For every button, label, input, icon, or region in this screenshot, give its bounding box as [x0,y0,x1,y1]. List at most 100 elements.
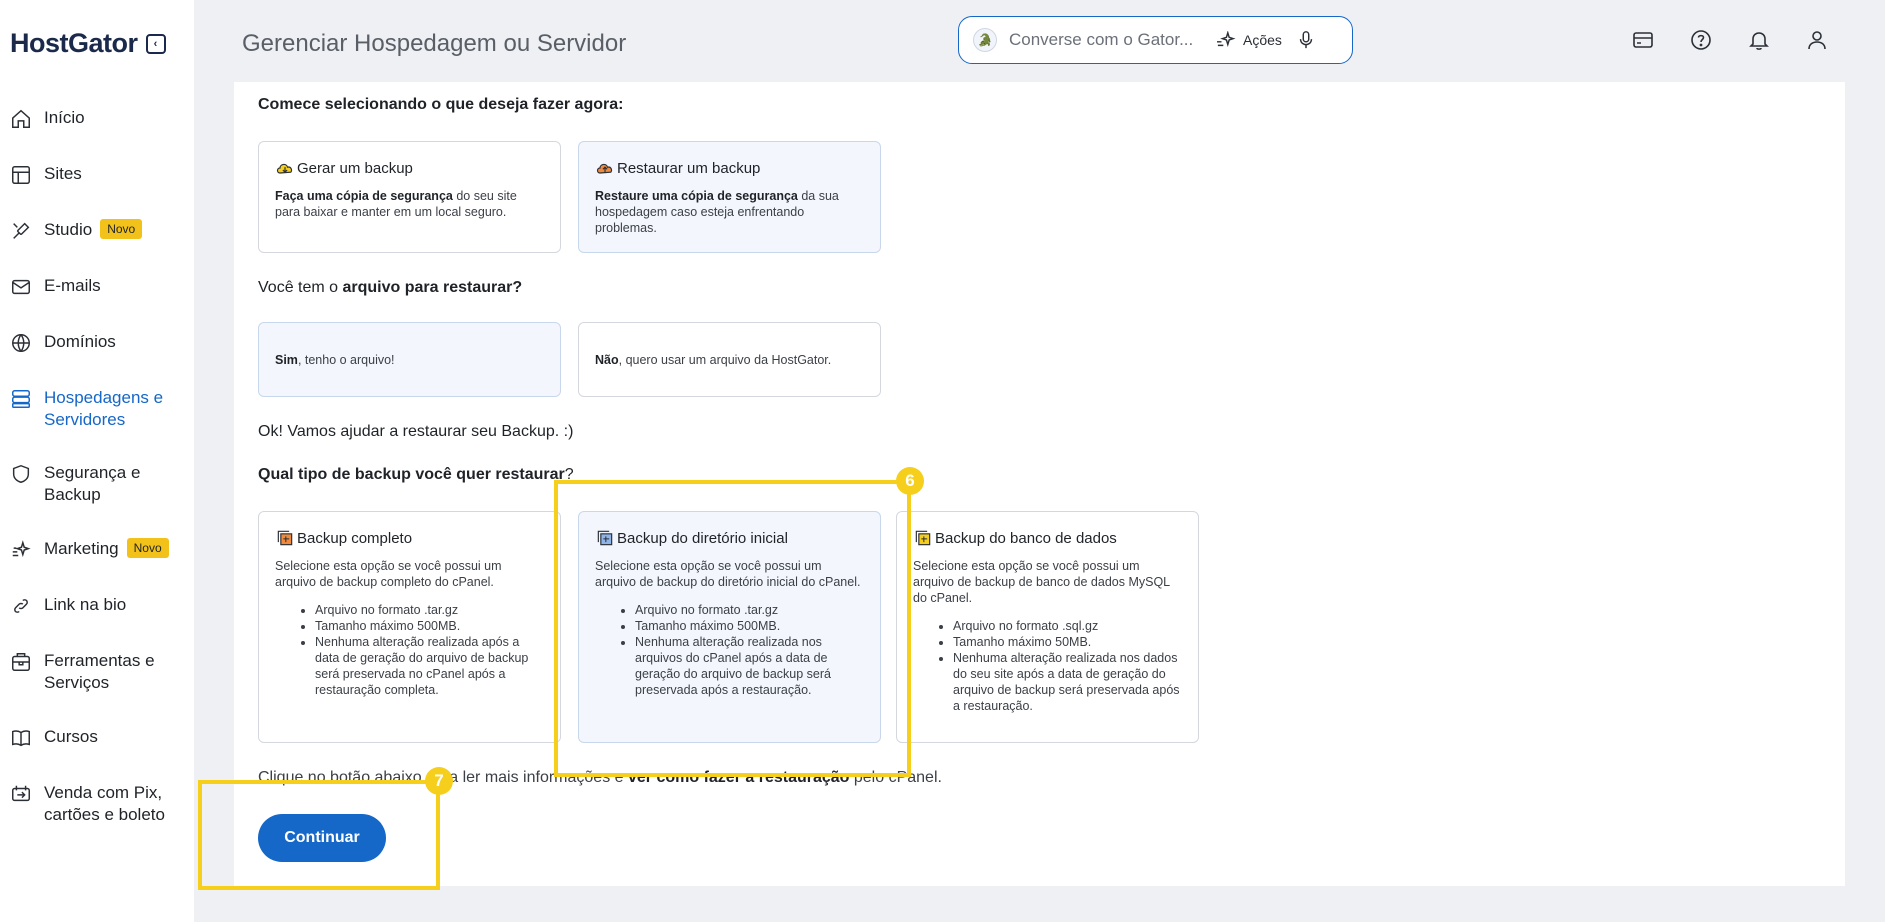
sidebar-item-label: Sites [44,164,82,183]
sidebar-item-marketing[interactable]: Marketing Novo [10,538,190,561]
actions-label: Ações [1243,32,1282,48]
book-icon [10,727,32,749]
step2-heading-pre: Você tem o [258,279,343,296]
sidebar-item-label: Link na bio [44,595,127,614]
new-badge: Novo [126,538,169,558]
sparkle-icon [1217,31,1236,48]
list-item: Nenhuma alteração realizada nos dados do… [953,650,1182,714]
help-icon[interactable] [1689,28,1713,52]
layout-icon [10,164,32,186]
card-title-text: Backup do banco de dados [935,529,1117,547]
gator-chat-box[interactable]: 🐊 Ações [958,16,1353,64]
step1-heading: Comece selecionando o que deseja fazer a… [258,96,623,114]
sidebar-item-label: Hospedagens e Servidores [44,388,164,429]
collapse-sidebar-icon[interactable]: ‹ [145,33,166,54]
sidebar-item-label: E-mails [44,276,101,295]
step2-heading: Você tem o arquivo para restaurar? [258,279,522,297]
new-badge: Novo [100,219,143,239]
sidebar-item-label: Início [44,108,85,127]
sidebar-item-sites[interactable]: Sites [10,163,190,186]
card-title-text: Restaurar um backup [617,159,761,177]
backup-stack-icon [275,528,295,548]
option-rest: , quero usar um arquivo da HostGator. [618,352,832,367]
hostgator-logo[interactable]: HostGator [10,28,138,59]
tools-icon [10,651,32,673]
sidebar-item-venda-pix[interactable]: Venda com Pix, cartões e boleto [10,782,190,826]
sidebar-item-cursos[interactable]: Cursos [10,726,190,749]
highlight-step7 [198,780,440,890]
sidebar-item-hospedagens[interactable]: Hospedagens e Servidores [10,387,190,431]
list-item: Nenhuma alteração realizada após a data … [315,634,544,698]
card-description: Selecione esta opção se você possui um a… [275,559,502,589]
option-text: Não, quero usar um arquivo da HostGator. [595,323,864,396]
sidebar-item-label: Marketing Novo [44,538,169,560]
marketing-label: Marketing [44,539,119,558]
list-item: Tamanho máximo 50MB. [953,634,1182,650]
sidebar-item-label: Ferramentas e Serviços [44,651,155,692]
mail-icon [10,276,32,298]
sparkle-icon [10,539,32,561]
card-requirements-list: Arquivo no formato .sql.gz Tamanho máxim… [913,618,1182,714]
top-header: Gerenciar Hospedagem ou Servidor 🐊 Ações [194,0,1885,82]
option-backup-banco-dados[interactable]: Backup do banco de dados Selecione esta … [896,511,1199,743]
card-description: Restaure uma cópia de segurança da sua h… [595,188,864,236]
option-restaurar-backup[interactable]: Restaurar um backup Restaure uma cópia d… [578,141,881,253]
card-title: Gerar um backup [275,158,544,178]
sidebar-item-link-na-bio[interactable]: Link na bio [10,594,190,617]
card-icon[interactable] [1631,28,1655,52]
sidebar-item-label: Cursos [44,727,98,746]
step2-heading-bold: arquivo para restaurar? [342,279,523,296]
bell-icon[interactable] [1747,28,1771,52]
actions-button[interactable]: Ações [1215,31,1282,49]
card-requirements-list: Arquivo no formato .tar.gz Tamanho máxim… [275,602,544,698]
highlight-step6 [554,480,911,777]
option-bold: Sim [275,352,298,367]
user-icon[interactable] [1805,28,1829,52]
shield-icon [10,463,32,485]
step3-heading-bold: Qual tipo de backup você quer restaurar [258,466,565,483]
list-item: Tamanho máximo 500MB. [315,618,544,634]
step1-heading-text: Comece selecionando o que deseja fazer a… [258,96,624,113]
card-description: Faça uma cópia de segurança do seu site … [275,188,544,220]
card-title: Restaurar um backup [595,158,864,178]
ok-message: Ok! Vamos ajudar a restaurar seu Backup.… [258,423,574,440]
sidebar-item-studio[interactable]: Studio Novo [10,219,190,242]
sidebar-item-ferramentas[interactable]: Ferramentas e Serviços [10,650,190,694]
sidebar-item-emails[interactable]: E-mails [10,275,190,298]
logo-row: HostGator ‹ [10,28,166,59]
option-sim-tenho-arquivo[interactable]: Sim, tenho o arquivo! [258,322,561,397]
home-icon [10,108,32,130]
card-title-text: Backup completo [297,529,413,547]
server-icon [10,388,32,410]
cloud-restore-icon [595,158,615,178]
payment-icon [10,783,32,805]
step-badge-6: 6 [896,467,924,495]
step3-heading: Qual tipo de backup você quer restaurar? [258,466,574,484]
card-title: Backup completo [275,528,544,548]
page-title: Gerenciar Hospedagem ou Servidor [242,30,627,57]
main-panel: Comece selecionando o que deseja fazer a… [234,82,1845,886]
sidebar-item-label: Venda com Pix, cartões e boleto [44,783,165,824]
desc-bold: Faça uma cópia de segurança [275,189,453,203]
list-item: Arquivo no formato .tar.gz [315,602,544,618]
card-title-text: Gerar um backup [297,159,413,177]
sidebar-item-inicio[interactable]: Início [10,107,190,130]
option-nao-usar-hostgator[interactable]: Não, quero usar um arquivo da HostGator. [578,322,881,397]
header-icons [1631,28,1829,52]
card-title: Backup do banco de dados [913,528,1182,548]
list-item: Arquivo no formato .sql.gz [953,618,1182,634]
step-badge-7: 7 [425,767,453,795]
option-bold: Não [595,352,619,367]
studio-label: Studio [44,220,93,239]
sidebar-item-seguranca[interactable]: Segurança e Backup [10,462,190,506]
option-gerar-backup[interactable]: Gerar um backup Faça uma cópia de segura… [258,141,561,253]
sidebar-item-label: Segurança e Backup [44,463,141,504]
cloud-backup-icon [275,158,295,178]
option-text: Sim, tenho o arquivo! [275,323,544,396]
desc-bold: Restaure uma cópia de segurança [595,189,798,203]
microphone-icon[interactable] [1298,30,1314,50]
globe-icon [10,332,32,354]
option-backup-completo[interactable]: Backup completo Selecione esta opção se … [258,511,561,743]
gator-chat-input[interactable] [1009,30,1209,50]
sidebar-item-dominios[interactable]: Domínios [10,331,190,354]
